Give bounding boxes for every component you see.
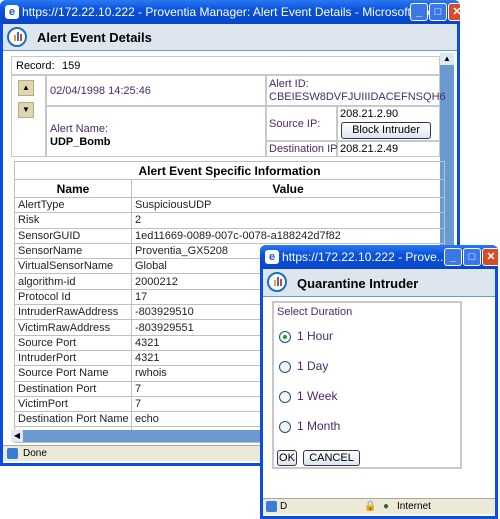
record-number: 159	[62, 60, 81, 72]
title-bar[interactable]: e https://172.22.10.222 - Proventia Mana…	[0, 0, 460, 24]
popup-maximize-button[interactable]: □	[463, 248, 481, 266]
popup-status-bar: D 🔒 ● Internet	[263, 498, 495, 514]
proventia-logo-icon	[267, 272, 287, 292]
alert-name: UDP_Bomb	[50, 136, 111, 148]
source-ip-label-cell: Source IP:	[266, 106, 337, 141]
scroll-left-button[interactable]: ◀	[11, 430, 23, 442]
row-name: SensorGUID	[14, 227, 132, 244]
column-header-name: Name	[14, 179, 132, 198]
section-title: Alert Event Specific Information	[13, 161, 446, 180]
block-intruder-button[interactable]: Block Intruder	[341, 122, 431, 139]
popup-status-text: D	[280, 501, 288, 512]
duration-option-label[interactable]: 1 Week	[297, 389, 337, 403]
row-name: IntruderRawAddress	[14, 304, 132, 321]
row-name: Risk	[14, 212, 132, 229]
scroll-up-button[interactable]: ▲	[440, 53, 454, 65]
table-row: Risk 2	[14, 212, 446, 229]
table-row: AlertType SuspiciousUDP	[14, 196, 446, 214]
row-name: VictimPort	[14, 395, 132, 413]
record-row: Record: 159	[11, 56, 440, 75]
duration-option-label[interactable]: 1 Month	[297, 419, 340, 433]
row-name: algorithm-id	[14, 273, 132, 290]
row-name: Destination Port Name	[14, 411, 132, 428]
popup-close-button[interactable]: ✕	[482, 248, 498, 266]
row-name: Source Port	[14, 334, 132, 351]
duration-radio[interactable]	[279, 331, 291, 343]
previous-record-button[interactable]: ▲	[18, 80, 34, 96]
duration-radio[interactable]	[279, 391, 291, 403]
row-name: Source Port Name	[14, 365, 132, 382]
nav-cell: ▲ ▼	[11, 75, 46, 157]
row-name: VictimRawAddress	[14, 319, 132, 336]
popup-window-title: https://172.22.10.222 - Prove...	[282, 250, 447, 264]
row-name: SensorName	[14, 242, 132, 260]
globe-icon: ●	[383, 501, 390, 512]
duration-radio[interactable]	[279, 361, 291, 373]
row-value: 2	[130, 212, 446, 229]
cancel-button[interactable]: CANCEL	[303, 450, 360, 466]
dest-ip-cell: 208.21.2.49	[337, 141, 440, 157]
row-name: AlertType	[14, 196, 132, 214]
popup-header: Quarantine Intruder	[263, 269, 495, 297]
row-value: 1ed11669-0089-007c-0078-a188242d7f82	[130, 227, 446, 244]
duration-group: Select Duration 1 Hour 1 Day 1 Week 1 Month…	[272, 301, 462, 469]
maximize-button[interactable]: □	[429, 3, 447, 21]
source-ip: 208.21.2.90	[340, 108, 399, 120]
page-icon	[266, 501, 277, 512]
ie-icon: e	[5, 5, 19, 19]
row-name: VirtualSensorName	[14, 258, 132, 275]
ie-icon: e	[265, 250, 279, 264]
window-title: https://172.22.10.222 - Proventia Manage…	[22, 5, 445, 19]
source-ip-cell: 208.21.2.90 Block Intruder	[337, 106, 440, 141]
app-header: Alert Event Details	[3, 24, 457, 51]
alert-datetime: 02/04/1998 14:25:46	[50, 85, 151, 97]
datetime-cell: 02/04/1998 14:25:46	[46, 75, 266, 106]
minimize-button[interactable]: _	[410, 3, 428, 21]
duration-option-label[interactable]: 1 Hour	[297, 329, 333, 343]
next-record-button[interactable]: ▼	[18, 102, 34, 118]
dest-ip-label-cell: Destination IP:	[266, 141, 341, 157]
column-header-value: Value	[130, 179, 446, 198]
table-row: SensorGUID 1ed11669-0089-007c-0078-a18824…	[14, 227, 446, 244]
lock-icon: 🔒	[364, 501, 377, 512]
row-name: Destination Port	[14, 380, 132, 397]
alert-id-cell: Alert ID: CBEIESW8DVFJUIIIDACEFNSQH6	[266, 75, 446, 106]
row-value: SuspiciousUDP	[130, 196, 446, 214]
duration-option-label[interactable]: 1 Day	[297, 359, 328, 373]
alert-id: CBEIESW8DVFJUIIIDACEFNSQH6	[269, 91, 446, 103]
page-icon	[7, 448, 18, 459]
popup-minimize-button[interactable]: _	[444, 248, 462, 266]
popup-title: Quarantine Intruder	[297, 276, 419, 291]
row-name: IntruderPort	[14, 349, 132, 367]
duration-label: Select Duration	[277, 306, 353, 318]
close-button[interactable]: ✕	[448, 3, 460, 21]
page-title: Alert Event Details	[37, 30, 152, 45]
destination-ip: 208.21.2.49	[340, 143, 399, 155]
zone-text: Internet	[397, 501, 431, 512]
ok-button[interactable]: OK	[277, 450, 297, 466]
alert-name-cell: Alert Name: UDP_Bomb	[46, 106, 266, 157]
duration-radio[interactable]	[279, 421, 291, 433]
quarantine-window: e https://172.22.10.222 - Prove... _ □ ✕…	[260, 245, 498, 519]
proventia-logo-icon	[7, 27, 27, 47]
status-text: Done	[23, 448, 47, 459]
row-name: Protocol Id	[14, 288, 132, 306]
popup-title-bar[interactable]: e https://172.22.10.222 - Prove... _ □ ✕	[260, 245, 498, 269]
